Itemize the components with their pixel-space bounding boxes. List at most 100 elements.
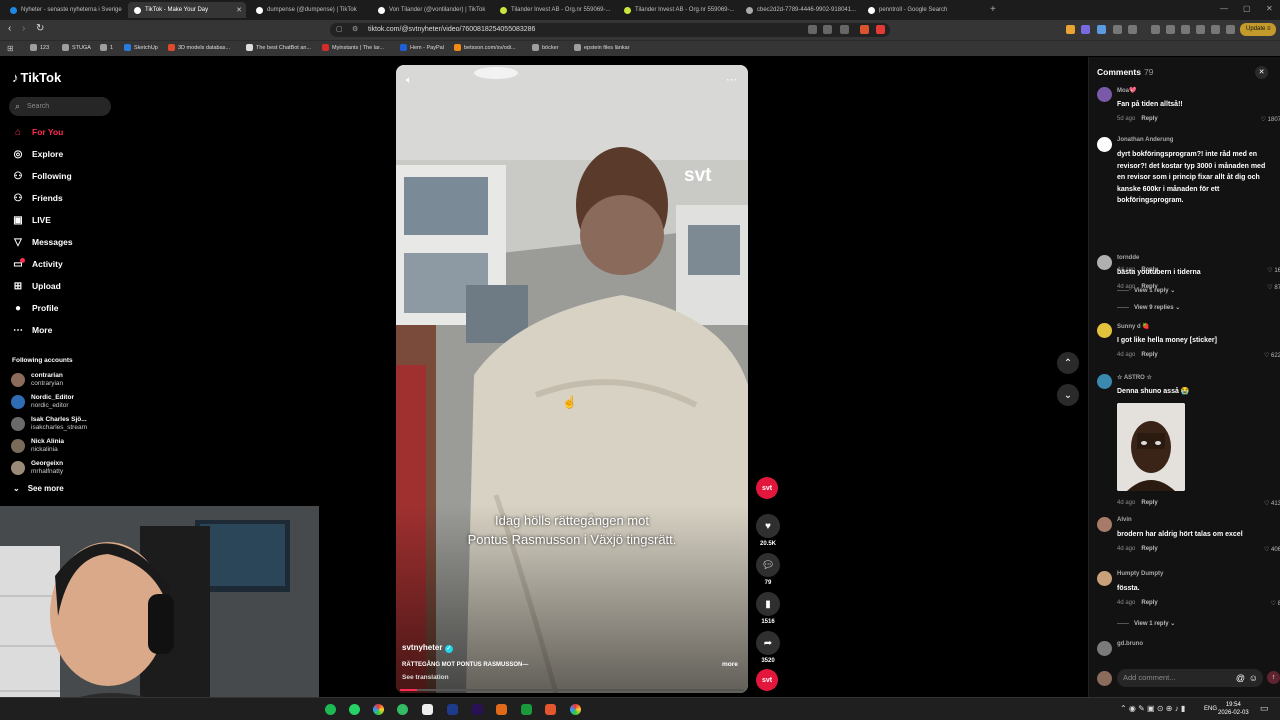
comment-username[interactable]: gd.bruno — [1117, 641, 1143, 647]
reload-icon[interactable]: ↻ — [36, 23, 44, 34]
send-comment-button[interactable]: ↑ — [1267, 671, 1280, 684]
search-input[interactable]: ⌕ Search — [9, 97, 111, 116]
bookmark-item[interactable]: The best ChatBot an... — [246, 44, 311, 51]
extension-icon[interactable] — [1097, 25, 1106, 34]
browser-tab[interactable]: TikTok - Make Your Day ✕ — [128, 2, 246, 18]
author-avatar[interactable]: svt — [756, 477, 780, 499]
bookmark-item[interactable]: Myinstants | The lar... — [322, 44, 384, 51]
chrome-canary-icon[interactable] — [373, 704, 384, 715]
close-window-icon[interactable]: ✕ — [1266, 4, 1273, 13]
comment-button[interactable]: 💬︎ 79 — [756, 553, 780, 586]
comment-username[interactable]: torndde — [1117, 255, 1139, 261]
extension-icon[interactable] — [1113, 25, 1122, 34]
comment-username[interactable]: Jonathan Anderung — [1117, 137, 1173, 143]
next-video-button[interactable]: ⌄ — [1057, 384, 1079, 406]
bookmark-item[interactable]: Hem - PayPal — [400, 44, 444, 51]
notifications-icon[interactable]: ▭ — [1260, 703, 1269, 714]
brave-shield-icon[interactable] — [860, 25, 869, 34]
bookmark-item[interactable]: 123 — [30, 44, 49, 51]
nav-item-more[interactable]: ⋯ More — [12, 323, 52, 337]
following-account[interactable]: Georgeixn mrhalfnatty — [11, 458, 63, 478]
following-account[interactable]: contrarian contraryian — [11, 370, 63, 390]
update-button[interactable]: Update ≡ — [1240, 23, 1276, 36]
whatsapp-icon[interactable] — [349, 704, 360, 715]
comment-image[interactable] — [1117, 403, 1185, 491]
mention-icon[interactable]: @ — [1236, 669, 1245, 687]
close-tab-icon[interactable]: ✕ — [236, 6, 242, 14]
wallet-icon[interactable] — [1196, 25, 1205, 34]
nav-item-live[interactable]: ▣ LIVE — [12, 213, 51, 227]
browser-tab[interactable]: Von Tilander (@vontilander) | TikTok — [372, 2, 490, 18]
commenter-avatar[interactable] — [1097, 87, 1112, 102]
extension-icon[interactable] — [1066, 25, 1075, 34]
commenter-avatar[interactable] — [1097, 374, 1112, 389]
reply-button[interactable]: Reply — [1141, 546, 1157, 552]
site-info-icon[interactable]: ⚙ — [352, 23, 358, 37]
add-comment-input[interactable]: Add comment... @ ☺ — [1117, 669, 1263, 687]
following-account[interactable]: Nordic_Editor nordic_editor — [11, 392, 74, 412]
nav-item-messages[interactable]: ▽ Messages — [12, 235, 73, 249]
bookmark-item[interactable]: 1 — [100, 44, 113, 51]
reply-button[interactable]: Reply — [1141, 500, 1157, 506]
reply-button[interactable]: Reply — [1141, 284, 1157, 290]
more-options-icon[interactable]: ⋯ — [726, 73, 737, 86]
nav-item-friends[interactable]: ⚇ Friends — [12, 191, 63, 205]
commenter-avatar[interactable] — [1097, 323, 1112, 338]
comment-username[interactable]: Alvin — [1117, 517, 1132, 523]
reply-button[interactable]: Reply — [1141, 600, 1157, 606]
back-icon[interactable]: ‹ — [8, 23, 11, 34]
nav-item-activity[interactable]: ▭ Activity — [12, 257, 63, 271]
minimize-icon[interactable]: — — [1220, 4, 1228, 13]
vpn-icon[interactable] — [1226, 25, 1235, 34]
following-account[interactable]: Nick Alinia nickalinia — [11, 436, 64, 456]
comment-username[interactable]: Humpty Dumpty — [1117, 571, 1163, 577]
bookmark-item[interactable]: STUGA — [62, 44, 91, 51]
comment-username[interactable]: Sunny d 🍓 — [1117, 323, 1150, 330]
nav-item-for-you[interactable]: ⌂ For You — [12, 125, 63, 139]
browser-tab[interactable]: dumpense (@dumpense) | TikTok — [250, 2, 368, 18]
see-more-button[interactable]: ⌄ See more — [13, 484, 64, 493]
tiktok-logo[interactable]: ♪ TikTok — [12, 70, 61, 85]
save-button[interactable]: ▮ 1516 — [756, 592, 780, 625]
extension-icon[interactable] — [808, 25, 817, 34]
alert-icon[interactable] — [876, 25, 885, 34]
browser-tab[interactable]: Nyheter - senaste nyheterna i Sverige — [4, 2, 124, 18]
extensions-icon[interactable] — [1211, 25, 1220, 34]
share-button[interactable]: ➦ 3520 — [756, 631, 780, 664]
previous-video-button[interactable]: ⌃ — [1057, 352, 1079, 374]
maximize-icon[interactable]: ▢ — [1243, 4, 1251, 13]
nav-item-upload[interactable]: ⊞ Upload — [12, 279, 61, 293]
brave-icon[interactable] — [545, 704, 556, 715]
video-player[interactable]: 🔈︎ ⋯ svt Idag hölls rättegången mot Pont… — [396, 65, 748, 693]
like-button[interactable]: ♥ 20.5K — [756, 514, 780, 547]
more-description-button[interactable]: more — [722, 661, 738, 668]
excel-icon[interactable] — [521, 704, 532, 715]
extension-icon[interactable] — [823, 25, 832, 34]
address-bar[interactable]: ▢ ⚙ tiktok.com/@svtnyheter/video/7600818… — [330, 23, 890, 37]
video-progress-bar[interactable] — [400, 689, 744, 691]
browser-tab[interactable]: cbec2d2d-7789-4446-9902-918041... — [740, 2, 858, 18]
view-replies-button[interactable]: View 9 replies ⌄ — [1117, 304, 1180, 311]
bookmark-item[interactable]: böcker — [532, 44, 559, 51]
app-icon[interactable] — [496, 704, 507, 715]
bookmark-item[interactable]: 3D models databas... — [168, 44, 230, 51]
video-author[interactable]: svtnyheter ✓ — [402, 643, 453, 653]
mute-icon[interactable]: 🔈︎ — [406, 75, 412, 86]
reply-button[interactable]: Reply — [1141, 116, 1157, 122]
comment-like-button[interactable]: ♡ 1807 — [1241, 116, 1280, 123]
bookmark-item[interactable]: SketchUp — [124, 44, 158, 51]
browser-tab[interactable]: Tilander Invest AB - Org.nr 559069-... — [618, 2, 736, 18]
commenter-avatar[interactable] — [1097, 255, 1112, 270]
spotify-icon[interactable] — [325, 704, 336, 715]
photoshop-icon[interactable] — [447, 704, 458, 715]
chrome-icon[interactable] — [570, 704, 581, 715]
nav-item-profile[interactable]: ● Profile — [12, 301, 58, 315]
commenter-avatar[interactable] — [1097, 517, 1112, 532]
commenter-avatar[interactable] — [1097, 641, 1112, 656]
comment-like-button[interactable]: ♡ 8 — [1241, 600, 1280, 607]
sidebar-icon[interactable] — [1181, 25, 1190, 34]
see-translation-link[interactable]: See translation — [402, 674, 449, 681]
following-account[interactable]: Isak Charles Sjö... isakcharles_stream — [11, 414, 87, 434]
browser-tab[interactable]: penntroll - Google Search — [862, 2, 980, 18]
nav-item-explore[interactable]: ◎ Explore — [12, 147, 64, 161]
